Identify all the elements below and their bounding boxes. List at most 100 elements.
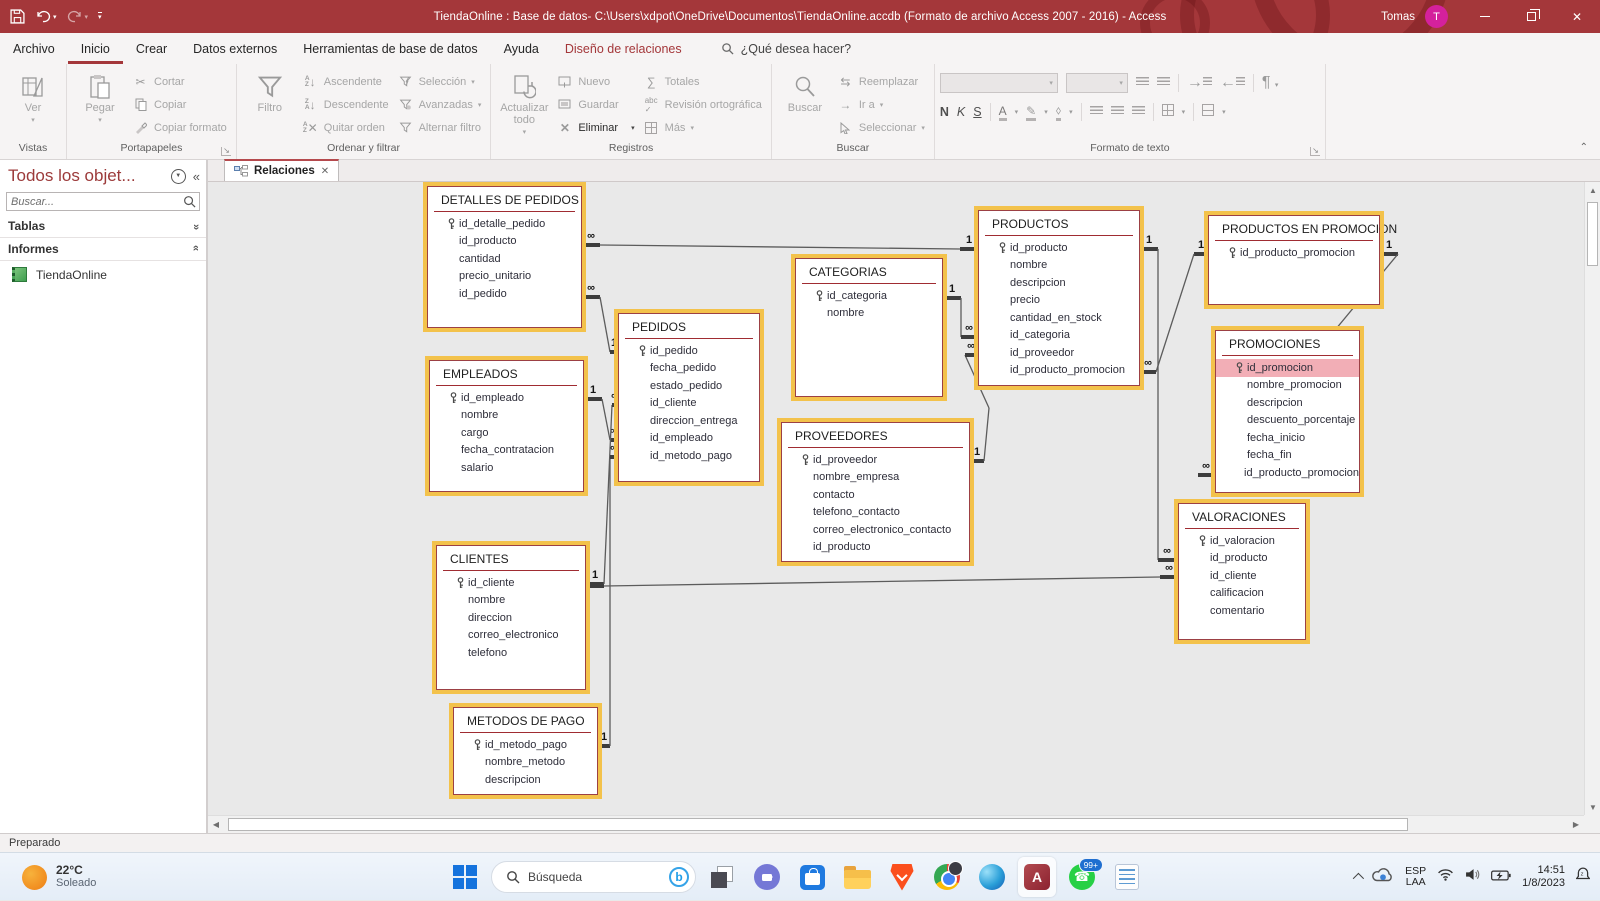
dialog-launcher-icon[interactable]: ↘ (1310, 147, 1320, 156)
totales-button[interactable]: ∑Totales (639, 70, 766, 93)
notification-bell-icon[interactable]: z (1576, 867, 1590, 887)
onedrive-icon[interactable] (1372, 868, 1394, 887)
scroll-left-icon[interactable]: ◀ (208, 816, 224, 832)
table-field-id_valoracion[interactable]: id_valoracion (1179, 532, 1305, 550)
diagram-table-detalles-de-pedidos[interactable]: DETALLES DE PEDIDOSid_detalle_pedidoid_p… (427, 186, 582, 328)
paragraph-direction-icon[interactable]: ¶ ▾ (1262, 74, 1279, 92)
ascendente-button[interactable]: AZ↓Ascendente (298, 70, 393, 93)
alt-row-color-icon[interactable] (1202, 103, 1214, 121)
tab-crear[interactable]: Crear (123, 33, 180, 64)
diagram-table-clientes[interactable]: CLIENTESid_clientenombredireccioncorreo_… (436, 545, 586, 690)
table-field-id_producto_promocion[interactable]: id_producto_promocion (979, 362, 1139, 380)
scroll-down-icon[interactable]: ▼ (1585, 799, 1600, 815)
table-field-id_producto[interactable]: id_producto (1179, 550, 1305, 568)
language-indicator[interactable]: ESP LAA (1405, 866, 1426, 888)
decrease-indent-icon[interactable]: ← (1220, 74, 1245, 92)
diagram-table-valoraciones[interactable]: VALORACIONESid_valoracionid_productoid_c… (1178, 503, 1306, 640)
quitar-orden-button[interactable]: AZ✕Quitar orden (298, 116, 393, 139)
diagram-table-metodos-de-pago[interactable]: METODOS DE PAGOid_metodo_pagonombre_meto… (453, 707, 598, 795)
tab-herramientas[interactable]: Herramientas de base de datos (290, 33, 490, 64)
microsoft-store-button[interactable] (793, 857, 831, 897)
buscar-button[interactable]: Buscar (777, 67, 833, 114)
taskbar-search[interactable]: Búsqueda b (491, 861, 696, 893)
table-field-id_metodo_pago[interactable]: id_metodo_pago (619, 447, 759, 465)
gridlines-icon[interactable] (1162, 103, 1174, 121)
table-field-id_producto[interactable]: id_producto (782, 539, 969, 557)
align-center-icon[interactable] (1111, 103, 1124, 121)
table-field-id_producto_promocion[interactable]: id_producto_promocion (1209, 244, 1379, 262)
wifi-icon[interactable] (1437, 868, 1454, 886)
alternar-filtro-button[interactable]: Alternar filtro (393, 116, 486, 139)
table-field-fecha_fin[interactable]: fecha_fin (1216, 447, 1359, 465)
nav-menu-icon[interactable]: ▼ (171, 169, 186, 184)
table-field-fecha_pedido[interactable]: fecha_pedido (619, 360, 759, 378)
table-field-descripcion[interactable]: descripcion (979, 274, 1139, 292)
table-field-id_cliente[interactable]: id_cliente (437, 574, 585, 592)
numbering-icon[interactable] (1157, 74, 1170, 92)
descendente-button[interactable]: ZA↓Descendente (298, 93, 393, 116)
seleccion-button[interactable]: Selección▾ (393, 70, 486, 93)
italic-button[interactable]: K (957, 105, 965, 119)
table-field-contacto[interactable]: contacto (782, 486, 969, 504)
clock[interactable]: 14:51 1/8/2023 (1522, 864, 1565, 890)
table-field-direccion_entrega[interactable]: direccion_entrega (619, 412, 759, 430)
revision-button[interactable]: abc✓Revisión ortográfica (639, 93, 766, 116)
nav-section-tablas[interactable]: Tablas » (0, 215, 206, 238)
volume-icon[interactable] (1465, 868, 1480, 886)
battery-icon[interactable] (1491, 868, 1511, 886)
nav-pane-title[interactable]: Todos los objet... (8, 166, 171, 186)
increase-indent-icon[interactable]: → (1187, 74, 1212, 92)
edge-button[interactable] (973, 857, 1011, 897)
diagram-table-categorias[interactable]: CATEGORIASid_categorianombre (795, 258, 943, 397)
highlight-color-icon[interactable]: ✎ (1026, 104, 1036, 121)
table-field-nombre_promocion[interactable]: nombre_promocion (1216, 377, 1359, 395)
table-field-id_categoria[interactable]: id_categoria (796, 287, 942, 305)
table-field-telefono[interactable]: telefono (437, 644, 585, 662)
table-field-direccion[interactable]: direccion (437, 609, 585, 627)
diagram-table-pedidos[interactable]: PEDIDOSid_pedidofecha_pedidoestado_pedid… (618, 313, 760, 482)
table-field-nombre_empresa[interactable]: nombre_empresa (782, 469, 969, 487)
vertical-scroll-thumb[interactable] (1587, 202, 1598, 266)
table-field-descripcion[interactable]: descripcion (454, 771, 597, 789)
actualizar-todo-button[interactable]: Actualizar todo▾ (496, 67, 552, 139)
chrome-button[interactable] (928, 857, 966, 897)
font-color-icon[interactable]: A (999, 104, 1007, 121)
redo-icon[interactable]: ▾ (67, 10, 89, 23)
diagram-table-productos[interactable]: PRODUCTOSid_productonombredescripcionpre… (978, 210, 1140, 386)
bold-button[interactable]: N (940, 105, 949, 119)
customize-toolbar-icon[interactable]: ▾ (98, 12, 102, 22)
whatsapp-button[interactable]: ☎99+ (1063, 857, 1101, 897)
table-field-estado_pedido[interactable]: estado_pedido (619, 377, 759, 395)
tell-me-search[interactable]: ¿Qué desea hacer? (721, 33, 852, 64)
scroll-right-icon[interactable]: ▶ (1568, 816, 1584, 832)
reemplazar-button[interactable]: ⇆Reemplazar (833, 70, 929, 93)
weather-widget[interactable]: 22°C Soleado (14, 853, 104, 901)
table-field-fecha_contratacion[interactable]: fecha_contratacion (430, 442, 583, 460)
table-field-nombre[interactable]: nombre (979, 257, 1139, 275)
tray-overflow-icon[interactable] (1353, 873, 1364, 884)
table-field-correo_electronico[interactable]: correo_electronico (437, 627, 585, 645)
table-field-descuento_porcentaje[interactable]: descuento_porcentaje (1216, 412, 1359, 430)
nuevo-button[interactable]: Nuevo (552, 70, 638, 93)
restore-button[interactable] (1508, 0, 1554, 33)
diagram-table-empleados[interactable]: EMPLEADOSid_empleadonombrecargofecha_con… (429, 360, 584, 492)
align-left-icon[interactable] (1090, 103, 1103, 121)
table-field-id_producto[interactable]: id_producto (979, 239, 1139, 257)
table-field-cantidad[interactable]: cantidad (428, 250, 581, 268)
copiar-button[interactable]: Copiar (128, 93, 231, 116)
diagram-table-proveedores[interactable]: PROVEEDORESid_proveedornombre_empresacon… (781, 422, 970, 562)
table-field-id_empleado[interactable]: id_empleado (430, 389, 583, 407)
table-field-nombre[interactable]: nombre (430, 407, 583, 425)
font-family-combo[interactable]: ▾ (940, 73, 1058, 93)
file-explorer-button[interactable] (838, 857, 876, 897)
vertical-scrollbar[interactable]: ▲ ▼ (1584, 182, 1600, 815)
table-field-fecha_inicio[interactable]: fecha_inicio (1216, 429, 1359, 447)
table-field-nombre[interactable]: nombre (796, 305, 942, 323)
tab-datos-externos[interactable]: Datos externos (180, 33, 290, 64)
dialog-launcher-icon[interactable]: ↘ (221, 147, 231, 156)
ir-a-button[interactable]: →Ir a▾ (833, 93, 929, 116)
task-view-button[interactable] (703, 857, 741, 897)
table-field-precio_unitario[interactable]: precio_unitario (428, 268, 581, 286)
shutter-bar-icon[interactable]: « (193, 169, 200, 184)
close-tab-icon[interactable]: ✕ (321, 166, 329, 177)
